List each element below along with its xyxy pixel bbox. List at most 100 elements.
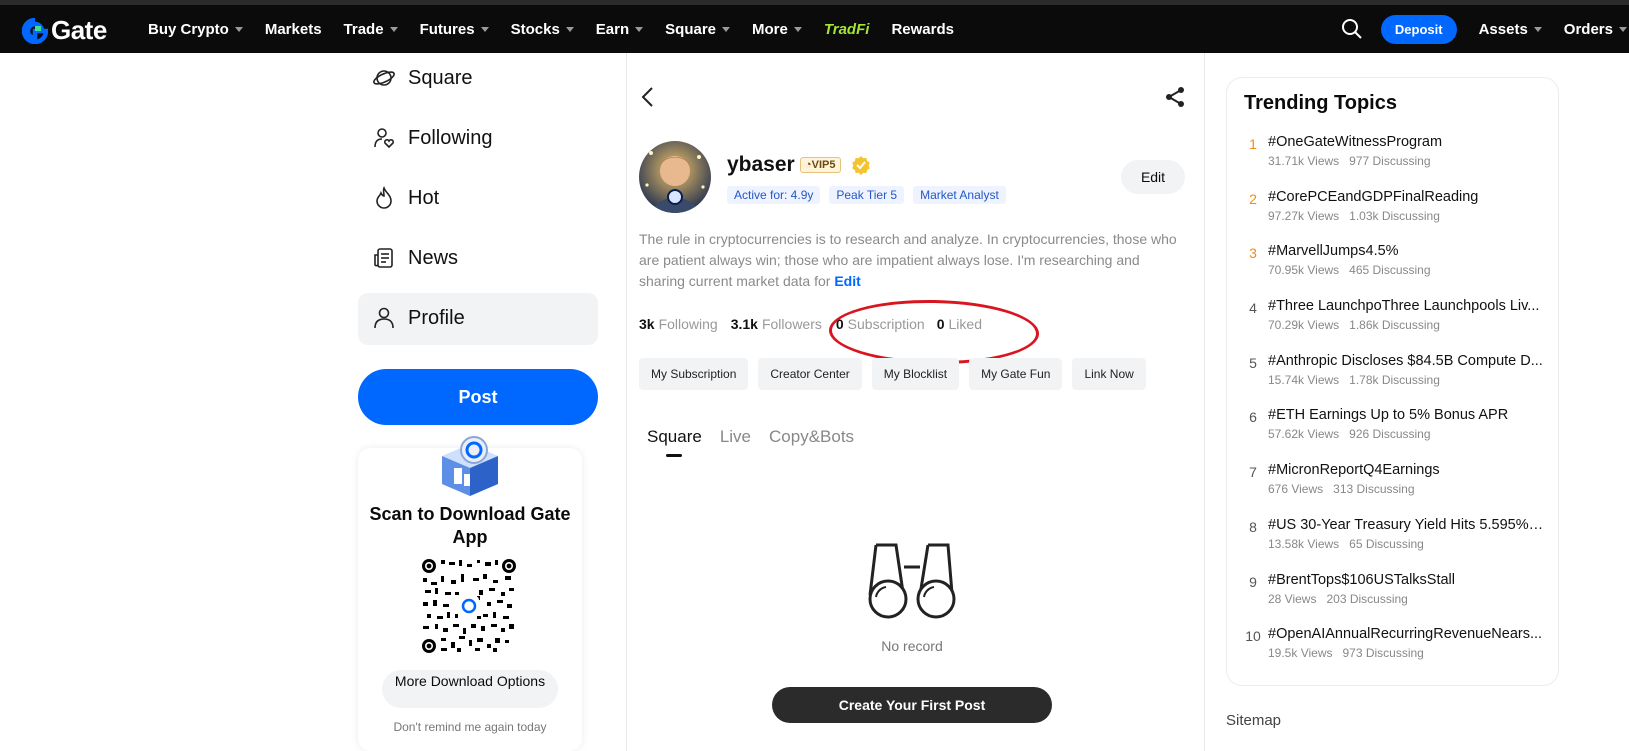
nav-label: Futures — [419, 20, 475, 38]
stat-followers[interactable]: 3.1k Followers — [731, 316, 822, 332]
stat-value: 3k — [639, 316, 655, 332]
trending-topic-item[interactable]: 6 #ETH Earnings Up to 5% Bonus APR 57.62k … — [1244, 407, 1544, 462]
trending-list: 1 #OneGateWitnessProgram 31.71k Views 977 D… — [1244, 134, 1544, 681]
topic-name: #Three LaunchpoThree Launchpools Liv... — [1268, 298, 1540, 315]
column-divider — [626, 53, 627, 751]
nav-buy-crypto[interactable]: Buy Crypto — [148, 21, 243, 38]
topic-discussing: 977 Discussing — [1349, 154, 1431, 168]
avatar-image — [639, 141, 711, 213]
topic-name: #OneGateWitnessProgram — [1268, 134, 1443, 150]
topic-discussing: 973 Discussing — [1342, 646, 1424, 661]
topic-discussing: 313 Discussing — [1333, 482, 1415, 497]
sidebar-item-news[interactable]: News — [372, 246, 458, 270]
sidebar-item-profile[interactable]: Profile — [372, 306, 465, 330]
trending-topic-item[interactable]: 1 #OneGateWitnessProgram 31.71k Views 977 D… — [1244, 134, 1544, 189]
column-divider — [1204, 53, 1205, 751]
planet-icon — [373, 70, 395, 86]
creator-center-button[interactable]: Creator Center — [758, 358, 862, 390]
more-download-options-button[interactable]: More Download Options — [382, 670, 558, 708]
topic-views: 31.71k Views — [1268, 154, 1340, 168]
tab-copy-bots[interactable]: Copy&Bots — [769, 427, 854, 447]
trending-topic-item[interactable]: 7 #MicronReportQ4Earnings 676 Views 313 Dis… — [1244, 462, 1544, 517]
user-icon — [374, 307, 394, 329]
chevron-down-icon — [234, 26, 243, 32]
topic-rank: 10 — [1245, 628, 1261, 645]
flame-icon — [376, 186, 392, 209]
nav-stocks[interactable]: Stocks — [511, 21, 574, 38]
avatar[interactable] — [639, 141, 711, 213]
topic-name: #CorePCEandGDPFinalReading — [1268, 188, 1479, 205]
tab-live[interactable]: Live — [720, 427, 751, 447]
profile-tags: Active for: 4.9y Peak Tier 5 Market Anal… — [727, 186, 1006, 204]
topic-rank: 5 — [1249, 354, 1257, 371]
sitemap-link[interactable]: Sitemap — [1226, 712, 1281, 729]
trending-topic-item[interactable]: 9 #BrentTops$106USTalksStall 28 Views 203 D… — [1244, 572, 1544, 627]
back-arrow-icon[interactable] — [640, 86, 656, 108]
nav-square[interactable]: Square — [665, 21, 731, 38]
logo-text: Gate — [51, 15, 107, 45]
topic-rank: 2 — [1249, 190, 1257, 207]
trending-topic-item[interactable]: 3 #MarvellJumps4.5% 70.95k Views 465 Discus… — [1244, 243, 1544, 298]
link-now-button[interactable]: Link Now — [1072, 358, 1146, 390]
sidebar-item-label: Square — [408, 66, 473, 89]
topic-rank: 1 — [1249, 136, 1257, 152]
tab-square[interactable]: Square — [647, 427, 702, 447]
topic-rank: 9 — [1249, 573, 1257, 590]
topic-name: #MicronReportQ4Earnings — [1268, 462, 1440, 479]
nav-more[interactable]: More — [752, 21, 802, 38]
create-first-post-button[interactable]: Create Your First Post — [772, 687, 1052, 723]
tag-market-analyst: Market Analyst — [913, 186, 1006, 204]
trending-topic-item[interactable]: 5 #Anthropic Discloses $84.5B Compute D..… — [1244, 353, 1544, 408]
trending-topic-item[interactable]: 2 #CorePCEandGDPFinalReading 97.27k Views 1… — [1244, 189, 1544, 244]
topic-discussing: 1.03k Discussing — [1349, 208, 1440, 223]
topic-discussing: 926 Discussing — [1349, 427, 1431, 442]
empty-state-text: No record — [881, 638, 943, 654]
sidebar-item-hot[interactable]: Hot — [372, 186, 439, 210]
gate-logo[interactable]: Gate — [22, 15, 107, 46]
edit-profile-button[interactable]: Edit — [1121, 160, 1185, 194]
sidebar-item-label: Following — [408, 126, 493, 149]
topic-views: 15.74k Views — [1268, 372, 1340, 387]
stat-value: 3.1k — [730, 316, 758, 332]
sidebar-item-following[interactable]: Following — [372, 126, 492, 150]
tradfi-logo: TradFi — [823, 20, 870, 38]
nav-rewards[interactable]: Rewards — [891, 21, 954, 38]
stat-label: Following — [658, 316, 718, 332]
verified-badge-icon — [852, 156, 870, 175]
my-blocklist-button[interactable]: My Blocklist — [871, 358, 960, 390]
bio-edit-link[interactable]: Edit — [834, 273, 860, 289]
deposit-button[interactable]: Deposit — [1380, 14, 1457, 44]
nav-label: Stocks — [510, 20, 560, 38]
trending-title: Trending Topics — [1244, 92, 1397, 114]
topic-discussing: 1.86k Discussing — [1349, 318, 1440, 333]
nav-assets[interactable]: Assets — [1479, 21, 1542, 38]
share-icon[interactable] — [1164, 86, 1186, 108]
newspaper-icon — [374, 248, 393, 268]
topic-name: #Anthropic Discloses $84.5B Compute D... — [1268, 352, 1543, 369]
chevron-down-icon — [480, 26, 489, 32]
search-icon[interactable] — [1341, 18, 1363, 40]
nav-earn[interactable]: Earn — [596, 21, 644, 38]
nav-tradfi[interactable]: TradFi — [824, 21, 870, 38]
nav-trade[interactable]: Trade — [344, 21, 398, 38]
nav-orders[interactable]: Orders — [1564, 21, 1627, 38]
top-nav: Gate Buy Crypto Markets Trade Futures St… — [0, 5, 1629, 53]
trending-topic-item[interactable]: 8 #US 30-Year Treasury Yield Hits 5.595%,… — [1244, 517, 1544, 572]
trending-topic-item[interactable]: 4 #Three LaunchpoThree Launchpools Liv...… — [1244, 298, 1544, 353]
sidebar-item-label: News — [408, 246, 459, 269]
chevron-down-icon — [565, 26, 574, 32]
download-title: Scan to Download Gate App — [369, 504, 571, 547]
post-button[interactable]: Post — [358, 369, 598, 425]
trending-topic-item[interactable]: 10 #OpenAIAnnualRecurringRevenueNears... 1… — [1244, 626, 1544, 681]
profile-username: ybaser — [727, 153, 795, 176]
topic-rank: 8 — [1249, 518, 1257, 535]
sidebar-item-square[interactable]: Square — [372, 66, 473, 90]
nav-futures[interactable]: Futures — [420, 21, 489, 38]
my-subscription-button[interactable]: My Subscription — [639, 358, 749, 390]
topic-name: #MarvellJumps4.5% — [1268, 243, 1399, 260]
stat-following[interactable]: 3k Following — [639, 316, 718, 332]
dont-remind-link[interactable]: Don't remind me again today — [358, 720, 582, 734]
nav-markets[interactable]: Markets — [265, 21, 322, 38]
topic-discussing: 203 Discussing — [1326, 591, 1408, 606]
my-gate-fun-button[interactable]: My Gate Fun — [969, 358, 1063, 390]
